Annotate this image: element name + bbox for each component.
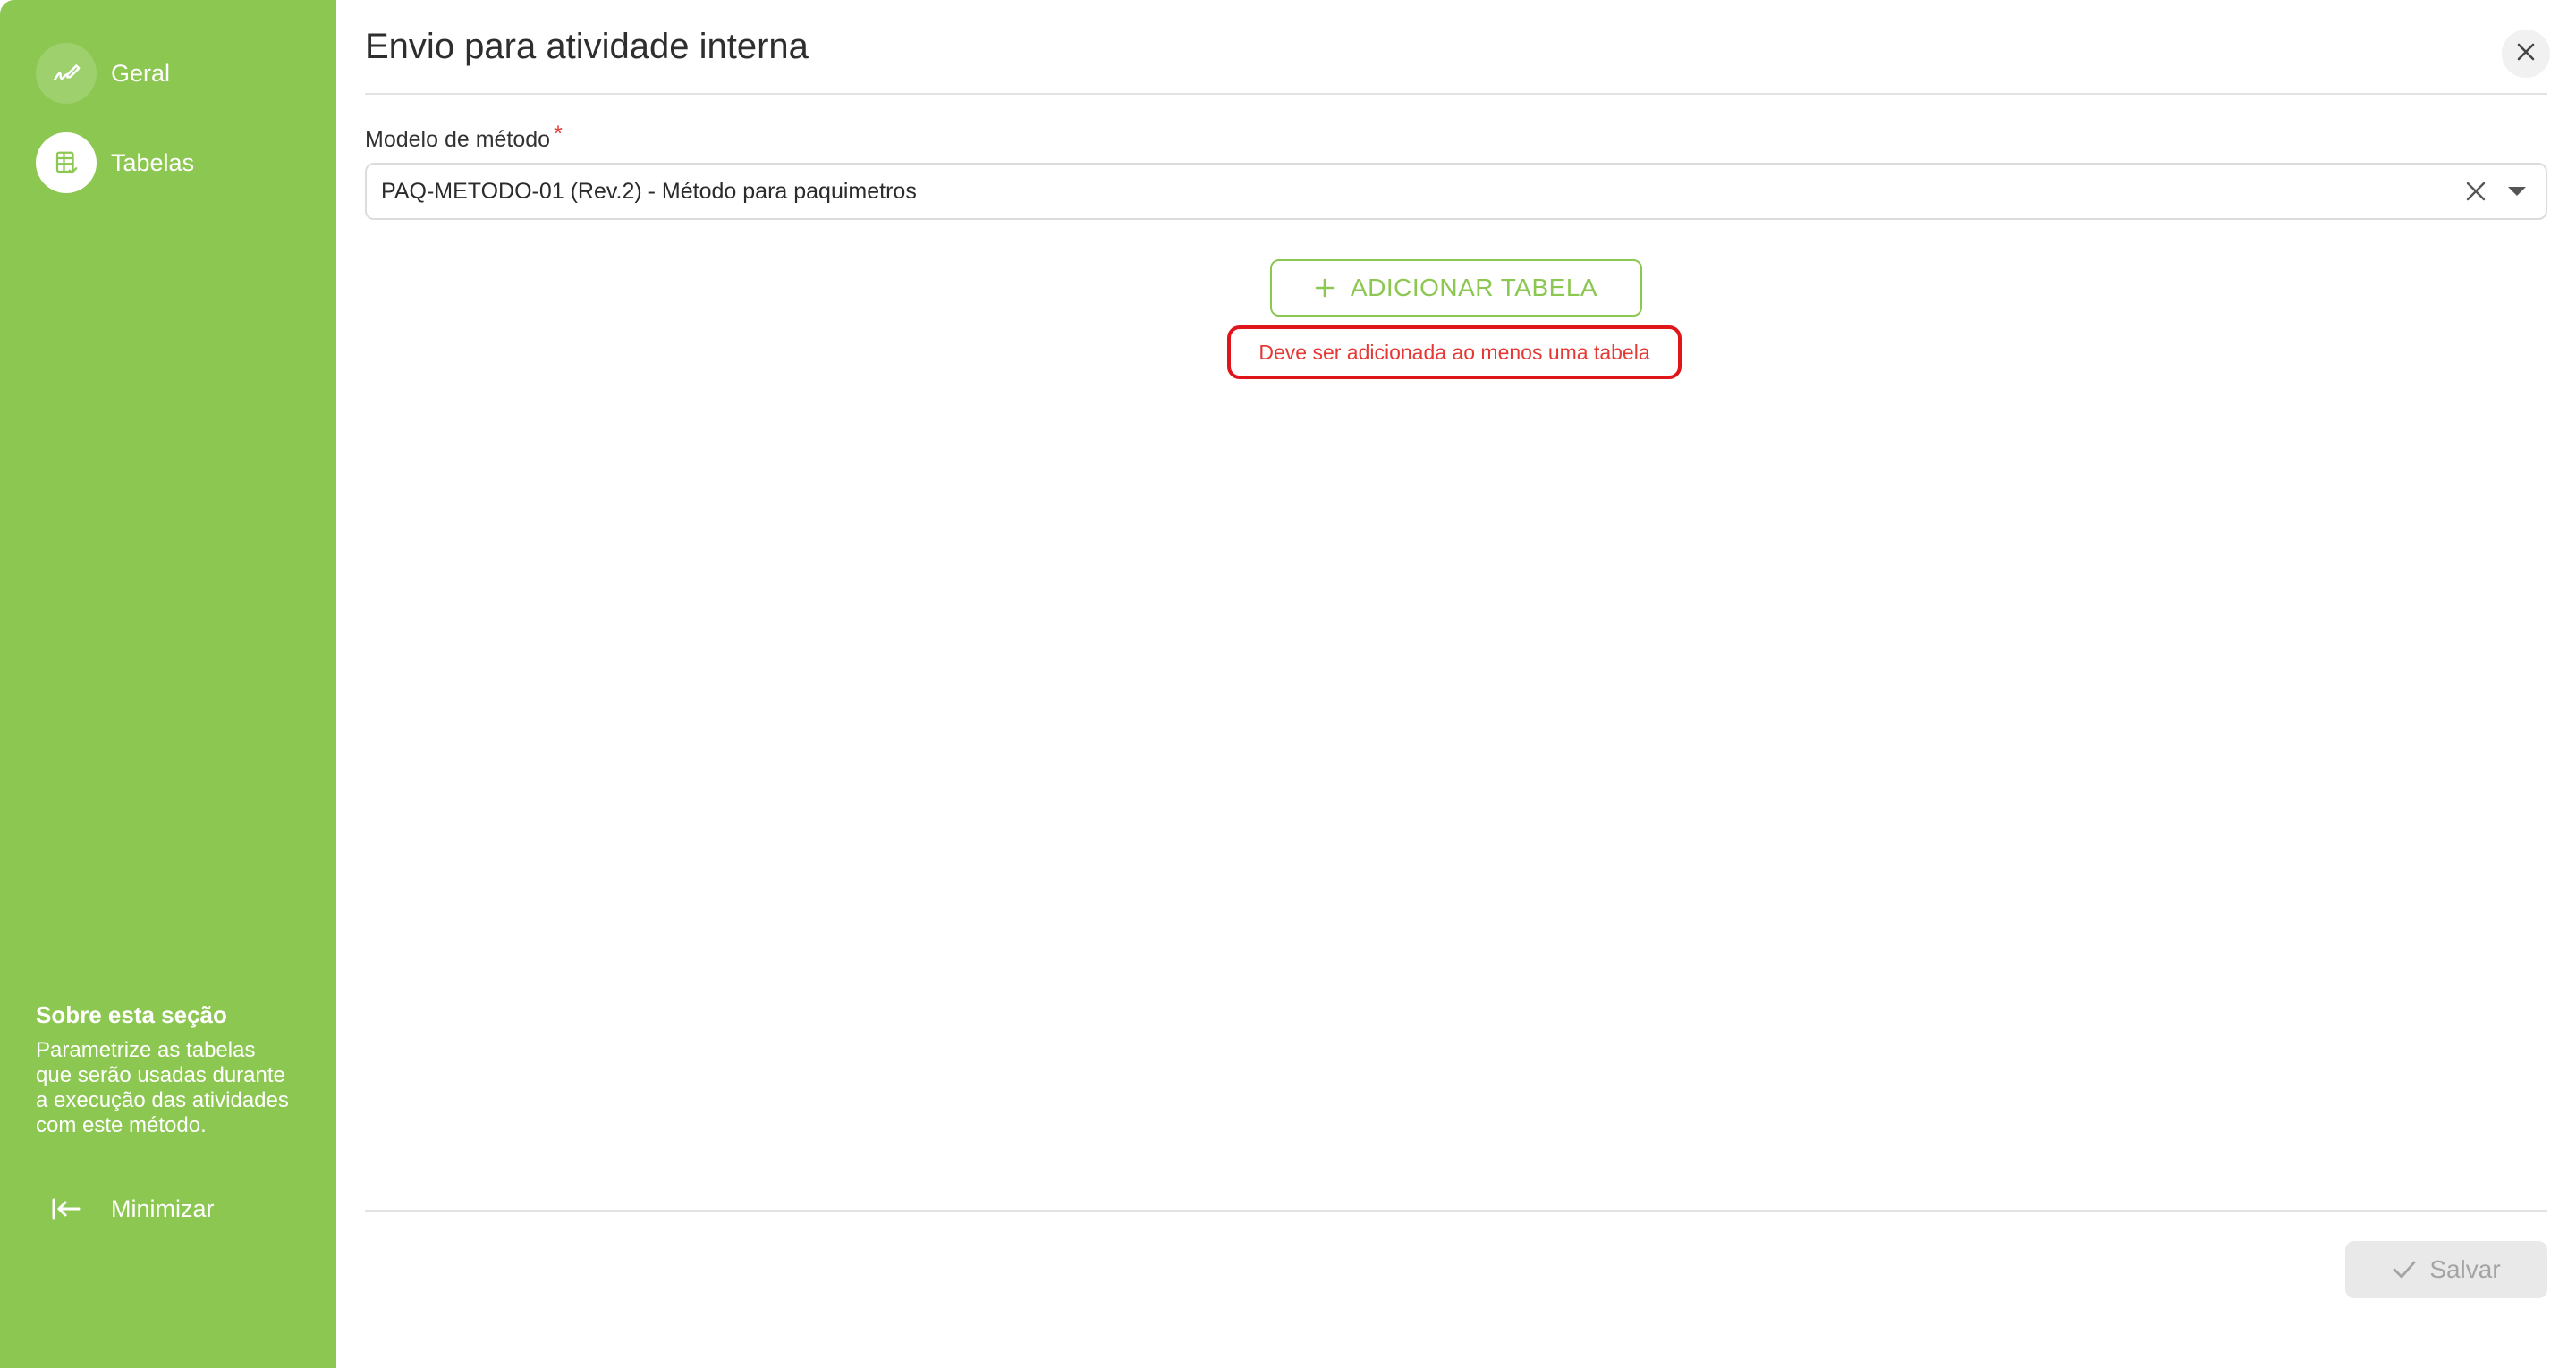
dialog-window: Geral Tabelas Sobre esta seção Parametri… [0, 0, 2576, 1368]
save-button[interactable]: Salvar [2345, 1241, 2547, 1298]
sidebar: Geral Tabelas Sobre esta seção Parametri… [0, 0, 336, 1368]
sidebar-item-label: Geral [111, 59, 171, 87]
validation-error: Deve ser adicionada ao menos uma tabela [1227, 325, 1682, 379]
sidebar-item-geral[interactable]: Geral [36, 43, 170, 104]
minimize-button[interactable]: Minimizar [36, 1189, 215, 1229]
sidebar-item-label: Tabelas [111, 148, 195, 176]
add-table-label: ADICIONAR TABELA [1350, 274, 1598, 301]
add-table-button[interactable]: ADICIONAR TABELA [1270, 259, 1642, 317]
pen-signature-icon [36, 43, 97, 104]
about-section: Sobre esta seção Parametrize as tabelas … [36, 1001, 295, 1138]
close-icon [2516, 42, 2536, 66]
check-icon [2392, 1260, 2417, 1279]
about-text: Parametrize as tabelas que serão usadas … [36, 1038, 289, 1137]
sidebar-item-tabelas[interactable]: Tabelas [36, 132, 194, 193]
plus-icon [1315, 278, 1335, 298]
page-title: Envio para atividade interna [365, 27, 809, 66]
clear-icon[interactable] [2458, 173, 2494, 209]
close-button[interactable] [2502, 30, 2550, 78]
table-check-icon [36, 132, 97, 193]
field-label-text: Modelo de método [365, 127, 551, 152]
collapse-left-icon [36, 1196, 97, 1221]
error-message: Deve ser adicionada ao menos uma tabela [1258, 340, 1650, 364]
save-label: Salvar [2429, 1255, 2501, 1283]
footer-divider [365, 1210, 2547, 1212]
main-content: Envio para atividade interna Modelo de m… [336, 0, 2576, 1368]
method-model-label: Modelo de método * [365, 122, 563, 153]
required-indicator: * [554, 122, 563, 147]
about-title: Sobre esta seção [36, 1001, 227, 1028]
minimize-label: Minimizar [111, 1195, 215, 1222]
chevron-down-icon[interactable] [2499, 173, 2535, 209]
method-model-select[interactable]: PAQ-METODO-01 (Rev.2) - Método para paqu… [365, 163, 2547, 220]
header-divider [365, 93, 2547, 95]
select-value: PAQ-METODO-01 (Rev.2) - Método para paqu… [381, 178, 917, 204]
